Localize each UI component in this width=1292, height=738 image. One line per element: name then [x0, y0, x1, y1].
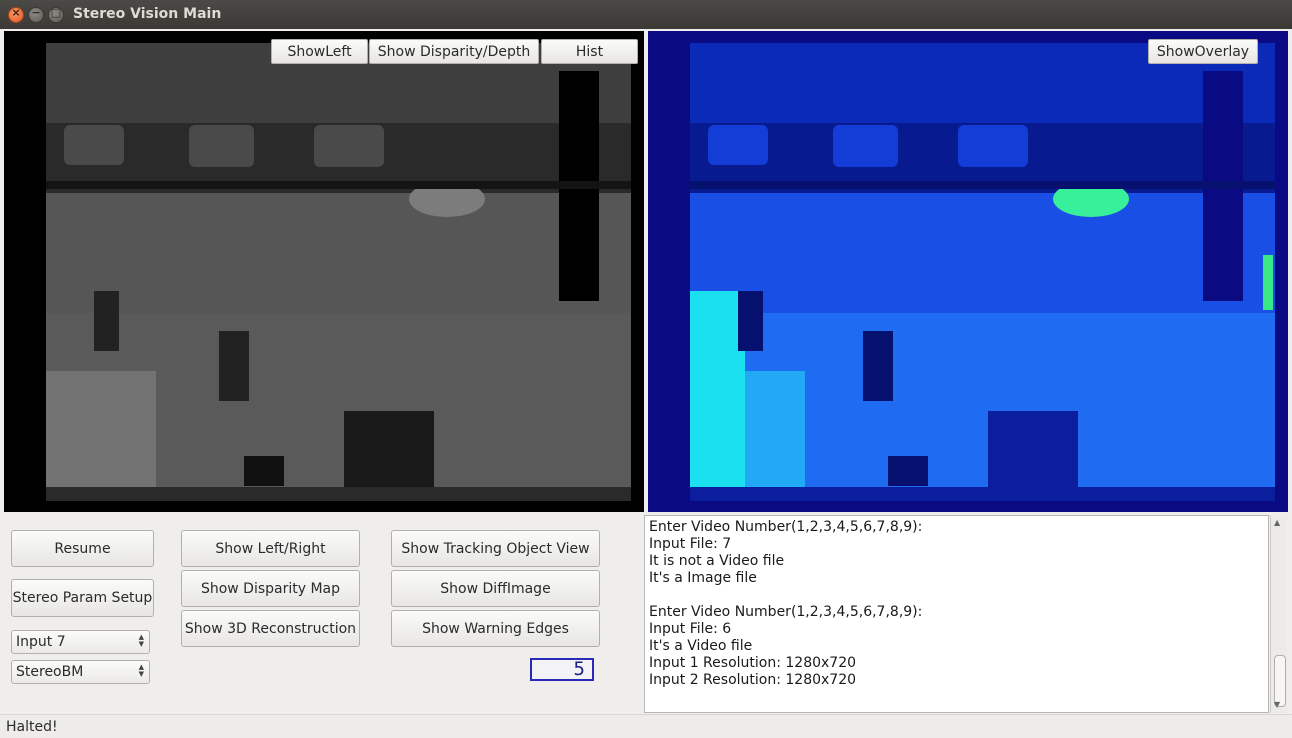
- minimize-icon: −: [31, 6, 41, 19]
- spin-arrows-icon: ▲ ▼: [138, 633, 144, 648]
- console-line: Input 1 Resolution: 1280x720: [649, 655, 857, 671]
- console-scrollbar[interactable]: ▲ ▼: [1270, 515, 1287, 713]
- show-warning-edges-button[interactable]: Show Warning Edges: [391, 610, 600, 647]
- show-left-button[interactable]: ShowLeft: [271, 39, 368, 64]
- title-bar: × − □ Stereo Vision Main: [0, 0, 1292, 29]
- input-select-value: Input 7: [16, 634, 66, 650]
- console-line: Enter Video Number(1,2,3,4,5,6,7,8,9):: [649, 604, 923, 620]
- console-line: It's a Video file: [649, 638, 753, 654]
- show-diff-image-button[interactable]: Show DiffImage: [391, 570, 600, 607]
- show-disparity-map-button[interactable]: Show Disparity Map: [181, 570, 360, 607]
- grayscale-disparity-image: [4, 31, 644, 512]
- console-line: Input File: 6: [649, 621, 732, 637]
- show-left-right-button[interactable]: Show Left/Right: [181, 530, 360, 567]
- algorithm-select[interactable]: StereoBM ▲ ▼: [11, 660, 150, 684]
- maximize-icon: □: [50, 6, 62, 19]
- show-tracking-object-view-button[interactable]: Show Tracking Object View: [391, 530, 600, 567]
- status-text: Halted!: [6, 719, 58, 735]
- depth-overlay-panel: ShowOverlay: [648, 31, 1288, 512]
- input-select[interactable]: Input 7 ▲ ▼: [11, 630, 150, 654]
- console-output[interactable]: Enter Video Number(1,2,3,4,5,6,7,8,9): I…: [644, 515, 1269, 713]
- minimize-window-button[interactable]: −: [28, 6, 44, 23]
- status-bar: Halted!: [0, 714, 1292, 738]
- resume-button[interactable]: Resume: [11, 530, 154, 567]
- scroll-down-icon[interactable]: ▼: [1274, 700, 1280, 709]
- show-3d-reconstruction-button[interactable]: Show 3D Reconstruction: [181, 610, 360, 647]
- spin-arrows-icon: ▲ ▼: [138, 663, 144, 678]
- disparity-view-panel: ShowLeft Show Disparity/Depth Hist: [4, 31, 644, 512]
- close-window-button[interactable]: ×: [8, 6, 24, 23]
- show-overlay-button[interactable]: ShowOverlay: [1148, 39, 1258, 64]
- scroll-up-icon[interactable]: ▲: [1274, 518, 1280, 527]
- algorithm-select-value: StereoBM: [16, 664, 84, 680]
- stereo-param-setup-button[interactable]: Stereo Param Setup: [11, 579, 154, 617]
- console-line: Enter Video Number(1,2,3,4,5,6,7,8,9):: [649, 519, 923, 535]
- console-line: It is not a Video file: [649, 553, 785, 569]
- console-line: Input 2 Resolution: 1280x720: [649, 672, 857, 688]
- maximize-window-button[interactable]: □: [48, 6, 64, 23]
- console-line: Input File: 7: [649, 536, 732, 552]
- window-title: Stereo Vision Main: [73, 6, 222, 22]
- close-icon: ×: [11, 6, 21, 19]
- console-line: It's a Image file: [649, 570, 757, 586]
- colormap-depth-image: [648, 31, 1288, 512]
- hist-button[interactable]: Hist: [541, 39, 638, 64]
- show-disparity-depth-button[interactable]: Show Disparity/Depth: [369, 39, 539, 64]
- lcd-number-display: 5: [530, 658, 594, 681]
